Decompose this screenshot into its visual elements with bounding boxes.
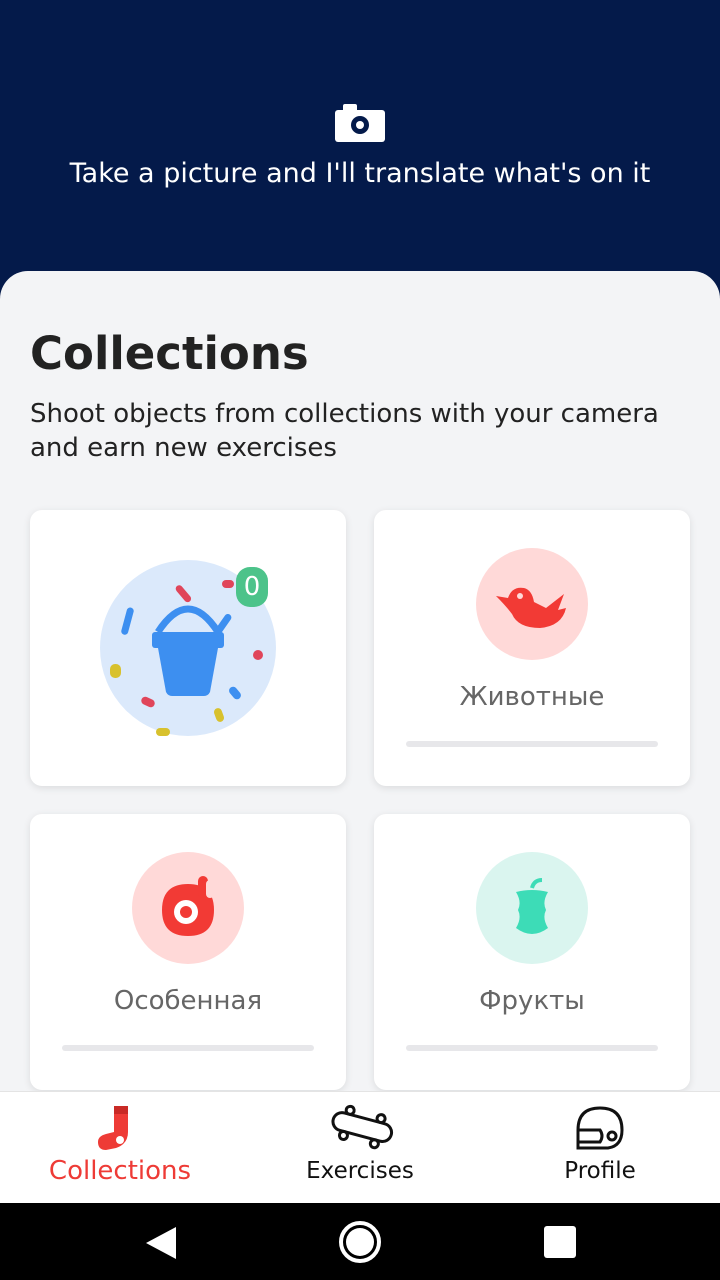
collection-progress: [406, 1045, 658, 1051]
camera-icon[interactable]: [335, 104, 385, 142]
bird-icon: [496, 587, 566, 628]
recents-icon[interactable]: [543, 1225, 577, 1259]
page-title: Collections: [30, 327, 309, 380]
apple-icon: [516, 878, 548, 934]
icon-circle: [476, 548, 588, 660]
icon-circle: [476, 852, 588, 964]
tab-profile[interactable]: Profile: [480, 1092, 720, 1204]
bottom-tab-bar: Collections Exercises Profile: [0, 1091, 720, 1203]
page-subtitle: Shoot objects from collections with your…: [30, 399, 659, 463]
tab-collections[interactable]: Collections: [0, 1092, 240, 1204]
icon-circle: [132, 852, 244, 964]
collection-card-beach[interactable]: 0: [30, 510, 346, 786]
system-nav-bar: [0, 1203, 720, 1280]
collections-sheet: Collections Shoot objects from collectio…: [0, 271, 720, 1091]
collection-card-special[interactable]: Особенная: [30, 814, 346, 1090]
sock-icon: [98, 1106, 128, 1150]
collection-progress: [406, 741, 658, 747]
back-icon[interactable]: [144, 1225, 178, 1261]
tab-label: Collections: [48, 1156, 192, 1186]
tab-label: Profile: [564, 1158, 636, 1184]
skateboard-icon: [331, 1104, 394, 1150]
collection-label: Животные: [459, 682, 605, 712]
collection-card-fruits[interactable]: Фрукты: [374, 814, 690, 1090]
collection-label: Особенная: [113, 986, 263, 1016]
helmet-icon: [576, 1106, 624, 1150]
camera-header: Take a picture and I'll translate what's…: [0, 0, 720, 300]
camera-prompt: Take a picture and I'll translate what's…: [69, 158, 651, 189]
tab-exercises[interactable]: Exercises: [240, 1092, 480, 1204]
home-icon[interactable]: [338, 1220, 382, 1264]
count-badge: 0: [236, 567, 268, 607]
special-icon: [162, 876, 214, 936]
collection-progress: [62, 1045, 314, 1051]
collection-card-animals[interactable]: Животные: [374, 510, 690, 786]
tab-label: Exercises: [306, 1158, 414, 1184]
collection-label: Фрукты: [479, 986, 585, 1016]
